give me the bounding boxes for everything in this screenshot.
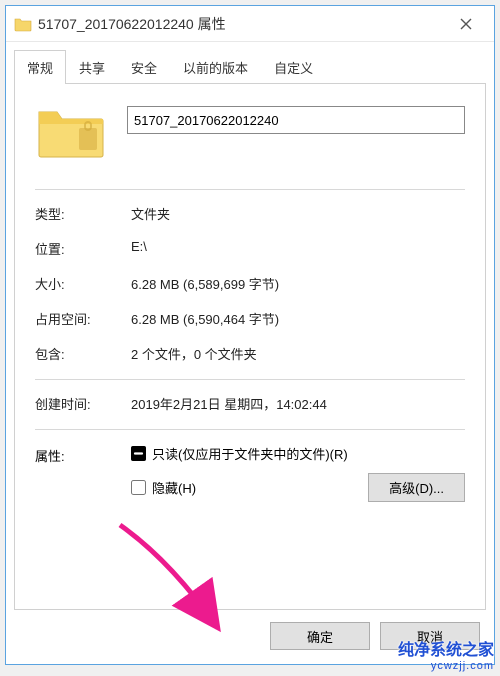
tab-previous-versions[interactable]: 以前的版本 — [170, 50, 261, 83]
folder-icon — [14, 15, 32, 33]
label-location: 位置: — [35, 239, 131, 258]
advanced-button[interactable]: 高级(D)... — [368, 473, 465, 502]
tab-content: 类型: 文件夹 位置: E:\ 大小: 6.28 MB (6,589,699 字… — [14, 83, 486, 610]
properties-dialog: 51707_20170622012240 属性 常规 共享 安全 以前的版本 自… — [5, 5, 495, 665]
hidden-label[interactable]: 隐藏(H) — [152, 478, 196, 497]
dialog-button-row: 确定 取消 — [6, 610, 494, 664]
titlebar: 51707_20170622012240 属性 — [6, 6, 494, 42]
hidden-checkbox[interactable] — [131, 480, 146, 495]
tab-general[interactable]: 常规 — [14, 50, 66, 84]
window-title: 51707_20170622012240 属性 — [38, 14, 446, 34]
divider — [35, 429, 465, 430]
close-icon — [460, 18, 472, 30]
label-contains: 包含: — [35, 344, 131, 363]
divider — [35, 189, 465, 190]
label-size: 大小: — [35, 274, 131, 293]
value-contains: 2 个文件，0 个文件夹 — [131, 344, 465, 363]
tab-customize[interactable]: 自定义 — [261, 50, 326, 83]
value-created: 2019年2月21日 星期四，14:02:44 — [131, 394, 465, 413]
label-type: 类型: — [35, 204, 131, 223]
tab-sharing[interactable]: 共享 — [66, 50, 118, 83]
folder-name-input[interactable] — [127, 106, 465, 134]
ok-button[interactable]: 确定 — [270, 622, 370, 650]
label-attributes: 属性: — [35, 444, 131, 512]
label-created: 创建时间: — [35, 394, 131, 413]
value-location: E:\ — [131, 239, 465, 258]
label-size-on-disk: 占用空间: — [35, 309, 131, 328]
readonly-checkbox[interactable] — [131, 446, 146, 461]
tab-strip: 常规 共享 安全 以前的版本 自定义 — [6, 42, 494, 83]
value-type: 文件夹 — [131, 204, 465, 223]
readonly-label[interactable]: 只读(仅应用于文件夹中的文件)(R) — [152, 444, 348, 463]
value-size-on-disk: 6.28 MB (6,590,464 字节) — [131, 309, 465, 328]
tab-security[interactable]: 安全 — [118, 50, 170, 83]
close-button[interactable] — [446, 9, 486, 39]
folder-large-icon — [35, 102, 107, 164]
value-size: 6.28 MB (6,589,699 字节) — [131, 274, 465, 293]
divider — [35, 379, 465, 380]
cancel-button[interactable]: 取消 — [380, 622, 480, 650]
